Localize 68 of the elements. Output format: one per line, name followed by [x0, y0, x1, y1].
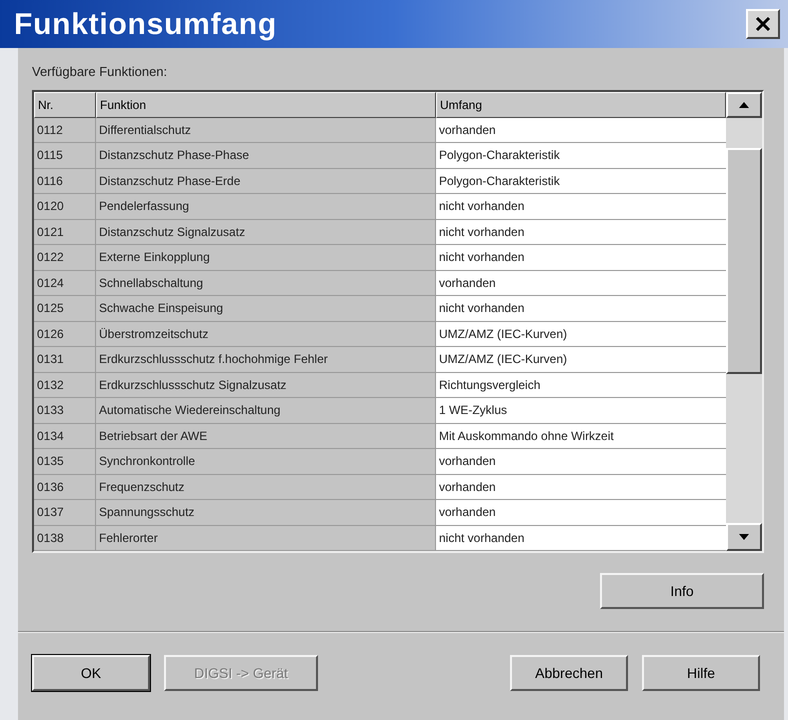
column-header[interactable]: Funktion	[96, 92, 436, 118]
table-cell: 0136	[34, 474, 96, 500]
table-cell: 0137	[34, 500, 96, 526]
table-cell: 0115	[34, 143, 96, 168]
scroll-up-button[interactable]	[726, 92, 762, 118]
dialog-button[interactable]: Hilfe	[642, 655, 760, 691]
table-cell: Externe Einkopplung	[96, 245, 436, 270]
table-cell: nicht vorhanden	[436, 526, 726, 551]
table-cell: Frequenzschutz	[96, 474, 436, 500]
table-cell: vorhanden	[436, 474, 726, 500]
dialog-button[interactable]: Info	[600, 573, 764, 609]
dialog-button[interactable]: OK	[32, 655, 150, 691]
table-cell: Polygon-Charakteristik	[436, 143, 726, 168]
table-cell: Betriebsart der AWE	[96, 424, 436, 449]
table-cell: 0122	[34, 245, 96, 270]
list-label: Verfügbare Funktionen:	[32, 63, 168, 81]
table-cell: nicht vorhanden	[436, 296, 726, 322]
window-title: Funktionsumfang	[14, 6, 277, 42]
table-cell: Pendelerfassung	[96, 194, 436, 220]
table-cell: 0116	[34, 168, 96, 194]
table-cell: vorhanden	[436, 500, 726, 526]
table-cell: Distanzschutz Signalzusatz	[96, 220, 436, 245]
scroll-down-button[interactable]	[726, 523, 762, 551]
table-cell: 0112	[34, 118, 96, 143]
close-icon	[755, 16, 771, 32]
table-cell: 1 WE-Zyklus	[436, 398, 726, 424]
column-header[interactable]: Umfang	[436, 92, 726, 118]
table-cell: Fehlerorter	[96, 526, 436, 551]
table-cell: nicht vorhanden	[436, 245, 726, 270]
table-cell: Distanzschutz Phase-Erde	[96, 168, 436, 194]
table-cell: Differentialschutz	[96, 118, 436, 143]
table-cell: 0134	[34, 424, 96, 449]
table-cell: Spannungsschutz	[96, 500, 436, 526]
table-cell: UMZ/AMZ (IEC-Kurven)	[436, 322, 726, 347]
down-arrow-icon	[739, 534, 749, 540]
up-arrow-icon	[739, 102, 749, 108]
table-cell: 0120	[34, 194, 96, 220]
table-cell: vorhanden	[436, 449, 726, 474]
column-header[interactable]: Nr.	[34, 92, 96, 118]
table-cell: Polygon-Charakteristik	[436, 168, 726, 194]
table-cell: Mit Auskommando ohne Wirkzeit	[436, 424, 726, 449]
table-cell: Überstromzeitschutz	[96, 322, 436, 347]
table-cell: nicht vorhanden	[436, 220, 726, 245]
close-button[interactable]	[746, 9, 780, 39]
table-cell: Richtungsvergleich	[436, 372, 726, 398]
table-cell: 0126	[34, 322, 96, 347]
scroll-thumb[interactable]	[726, 148, 762, 374]
table-cell: UMZ/AMZ (IEC-Kurven)	[436, 347, 726, 372]
table-cell: 0138	[34, 526, 96, 551]
table-cell: Erdkurzschlussschutz Signalzusatz	[96, 372, 436, 398]
scrollbar[interactable]	[726, 92, 762, 551]
table-cell: 0121	[34, 220, 96, 245]
table-cell: 0133	[34, 398, 96, 424]
table-cell: Schnellabschaltung	[96, 270, 436, 296]
dialog-button[interactable]: Abbrechen	[510, 655, 628, 691]
table-cell: 0131	[34, 347, 96, 372]
table-cell: vorhanden	[436, 270, 726, 296]
table-cell: 0135	[34, 449, 96, 474]
table-cell: Distanzschutz Phase-Phase	[96, 143, 436, 168]
table-cell: 0132	[34, 372, 96, 398]
table-cell: Automatische Wiedereinschaltung	[96, 398, 436, 424]
table-cell: 0124	[34, 270, 96, 296]
table-cell: Erdkurzschlussschutz f.hochohmige Fehler	[96, 347, 436, 372]
table-cell: vorhanden	[436, 118, 726, 143]
table-cell: Schwache Einspeisung	[96, 296, 436, 322]
table-cell: nicht vorhanden	[436, 194, 726, 220]
table-cell: Synchronkontrolle	[96, 449, 436, 474]
table-cell: 0125	[34, 296, 96, 322]
